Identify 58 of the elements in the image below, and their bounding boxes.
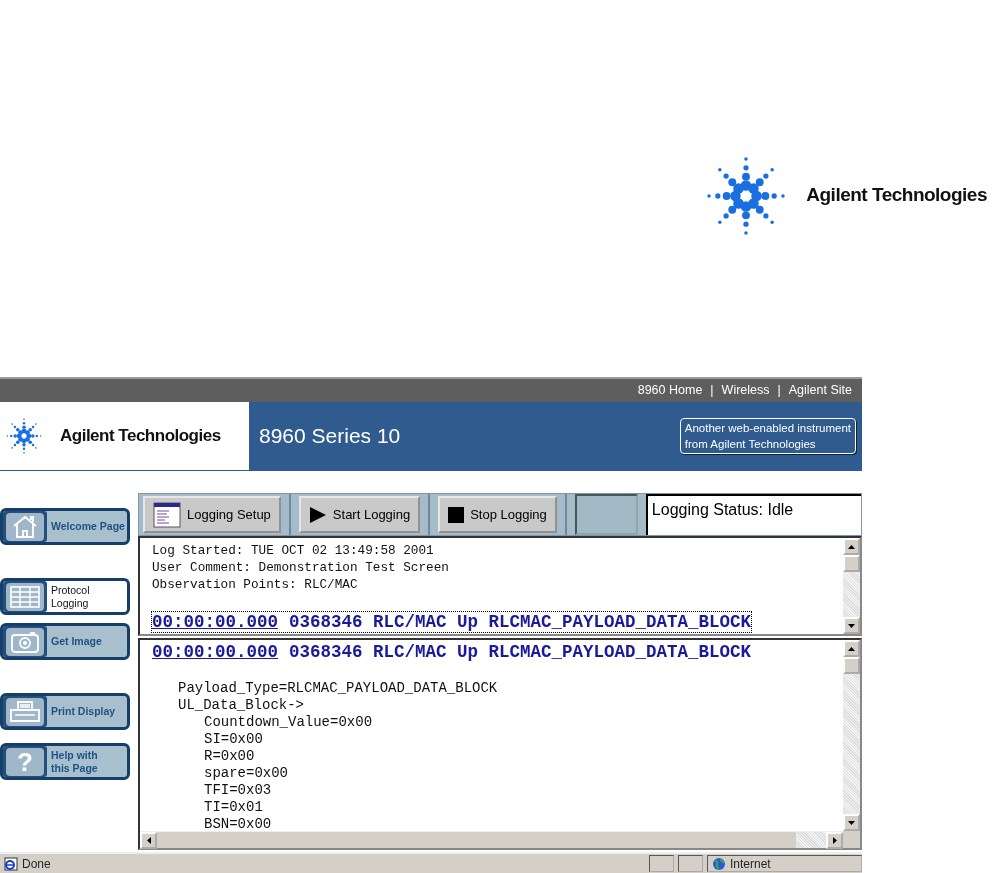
field-text: BSN=0x00 [204, 816, 273, 831]
nav-menu-item[interactable]: Protocol Logging [0, 578, 130, 615]
separator-text: | [777, 382, 781, 400]
nav-menu-item[interactable]: Get Image [0, 623, 130, 660]
product-title: 8960 Series 10 [258, 423, 402, 450]
horizontal-scrollbar[interactable] [140, 831, 843, 848]
field-text: UL_Data_Block-> [178, 697, 306, 714]
info-badge[interactable]: Another web-enabled instrument from Agilent Technologies [679, 418, 856, 454]
toolbar-button[interactable]: Stop Logging [438, 496, 557, 533]
status-panel [678, 855, 703, 872]
status-panel [649, 855, 674, 872]
field-text: Countdown_Value=0x00 [204, 714, 374, 731]
scroll-thumb[interactable] [843, 657, 860, 674]
separator-text: | [710, 382, 714, 400]
camera-icon [10, 629, 40, 654]
log-entry[interactable]: 00:00:00.000 0368346 RLC/MAC Up RLCMAC_PAYLOAD_DATA_BLOCK [152, 642, 752, 662]
toolbar-button[interactable]: Logging Setup [143, 496, 281, 533]
help-icon: ? [17, 748, 33, 775]
vertical-scrollbar[interactable] [843, 640, 860, 831]
nav-link[interactable]: Wireless [721, 381, 770, 400]
log-text: User Comment: Demonstration Test Screen [152, 559, 450, 576]
scroll-up-icon[interactable] [848, 544, 855, 549]
window-icon [153, 501, 181, 528]
field-text: TI=0x01 [204, 799, 264, 816]
brand-name: Agilent Technologies [60, 425, 221, 448]
field-text: spare=0x00 [204, 765, 289, 782]
starburst-logo-icon [4, 416, 44, 456]
status-display: Logging Status: Idle [645, 494, 861, 535]
nav-menu-item[interactable]: ? Help with this Page [0, 743, 130, 780]
nav-link[interactable]: 8960 Home [637, 381, 703, 400]
house-icon [11, 514, 39, 539]
nav-link[interactable]: Agilent Site [788, 381, 852, 400]
status-text: Done [22, 855, 51, 873]
grid-icon [10, 585, 40, 608]
scroll-thumb[interactable] [843, 555, 860, 572]
log-text: Log Started: TUE OCT 02 13:49:58 2001 [152, 542, 435, 559]
scroll-left-icon[interactable] [146, 837, 151, 844]
vertical-scrollbar[interactable] [843, 538, 860, 634]
play-icon [308, 505, 327, 524]
scroll-right-icon[interactable] [832, 837, 837, 844]
browser-page-icon [4, 856, 18, 871]
brand-name: Agilent Technologies [806, 183, 987, 208]
field-text: Payload_Type=RLCMAC_PAYLOAD_DATA_BLOCK [178, 680, 499, 697]
field-text: SI=0x00 [204, 731, 264, 748]
stop-icon [448, 506, 465, 523]
log-entry[interactable]: 00:00:00.000 0368346 RLC/MAC Up RLCMAC_PAYLOAD_DATA_BLOCK [152, 612, 752, 632]
log-text: Observation Points: RLC/MAC [152, 576, 359, 593]
scroll-down-icon[interactable] [848, 820, 855, 825]
toolbar-button[interactable]: Start Logging [298, 496, 421, 533]
field-text: R=0x00 [204, 748, 256, 765]
scroll-up-icon[interactable] [848, 646, 855, 651]
zone-text: Internet [730, 855, 771, 873]
field-text: TFI=0x03 [204, 782, 273, 799]
printer-icon [9, 699, 41, 724]
globe-icon [712, 856, 726, 871]
scroll-down-icon[interactable] [848, 623, 855, 628]
nav-menu-item[interactable]: Print Display [0, 693, 130, 730]
nav-menu-item[interactable]: Welcome Page [0, 508, 130, 545]
